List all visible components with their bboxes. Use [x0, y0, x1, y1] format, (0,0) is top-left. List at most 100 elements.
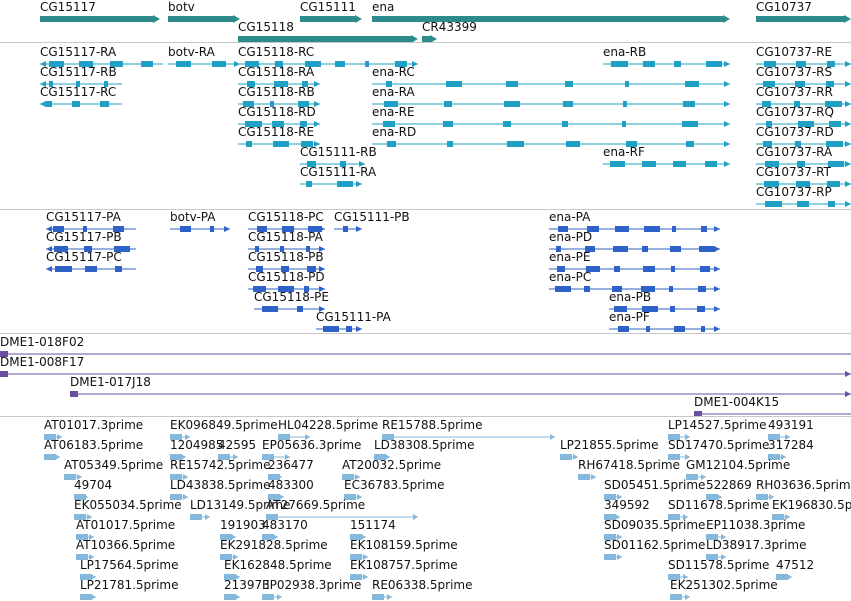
feature-label-cg15118-pa[interactable]: CG15118-PA: [248, 230, 323, 244]
feature-label-ek196830-5prime[interactable]: EK196830.5prime: [772, 498, 851, 512]
feature-label-317284[interactable]: 317284: [768, 438, 814, 452]
feature-label-at10366-5prime[interactable]: AT10366.5prime: [76, 538, 175, 552]
feature-label-sd09035-5prime[interactable]: SD09035.5prime: [604, 518, 705, 532]
feature-label-349592[interactable]: 349592: [604, 498, 650, 512]
feature-label-151174[interactable]: 151174: [350, 518, 396, 532]
feature-label-sd11578-5prime[interactable]: SD11578.5prime: [668, 558, 769, 572]
feature-glyph-sd01162-5prime[interactable]: [604, 553, 622, 561]
feature-label-ep11038-3prime[interactable]: EP11038.3prime: [706, 518, 805, 532]
feature-label-cg15111-pa[interactable]: CG15111-PA: [316, 310, 391, 324]
feature-glyph-cg15117[interactable]: [40, 15, 160, 23]
feature-label-cg15118-rc[interactable]: CG15118-RC: [238, 45, 314, 59]
feature-glyph-ena-rc[interactable]: [372, 80, 730, 88]
feature-label-cg10737[interactable]: CG10737: [756, 0, 812, 14]
feature-label-at06183-5prime[interactable]: AT06183.5prime: [44, 438, 143, 452]
feature-label-ek108159-5prime[interactable]: EK108159.5prime: [350, 538, 458, 552]
feature-label-ek251302-5prime[interactable]: EK251302.5prime: [670, 578, 778, 592]
feature-glyph-ep02938-3prime[interactable]: [262, 593, 282, 601]
feature-glyph-lp21855-5prime[interactable]: [560, 453, 578, 461]
feature-label-ld43838-5prime[interactable]: LD43838.5prime: [170, 478, 271, 492]
feature-glyph-at06183-5prime[interactable]: [44, 453, 60, 461]
feature-glyph-cg10737[interactable]: [756, 15, 851, 23]
feature-label-49704[interactable]: 49704: [74, 478, 112, 492]
feature-label-cg15118[interactable]: CG15118: [238, 20, 294, 34]
feature-label-cg10737-rp[interactable]: CG10737-RP: [756, 185, 832, 199]
feature-label-cg15111[interactable]: CG15111: [300, 0, 356, 14]
feature-label-cg15118-pd[interactable]: CG15118-PD: [248, 270, 325, 284]
feature-label-ld38308-5prime[interactable]: LD38308.5prime: [374, 438, 475, 452]
feature-label-cg15117-pb[interactable]: CG15117-PB: [46, 230, 122, 244]
feature-glyph-cg10737-rp[interactable]: [756, 200, 851, 208]
feature-label-ena-pb[interactable]: ena-PB: [609, 290, 651, 304]
feature-label-ena-pd[interactable]: ena-PD: [549, 230, 592, 244]
feature-glyph-cg15117-pc[interactable]: [46, 265, 136, 273]
feature-glyph-ena-rd[interactable]: [372, 140, 730, 148]
feature-label-42595[interactable]: 42595: [218, 438, 256, 452]
feature-label-cg15117[interactable]: CG15117: [40, 0, 96, 14]
feature-label-191903[interactable]: 191903: [220, 518, 266, 532]
feature-glyph-ena-ra[interactable]: [372, 100, 730, 108]
feature-label-cg10737-rr[interactable]: CG10737-RR: [756, 85, 833, 99]
feature-glyph-rh67418-5prime[interactable]: [578, 473, 596, 481]
feature-label-cg15118-rb[interactable]: CG15118-RB: [238, 85, 315, 99]
feature-glyph-lp21781-5prime[interactable]: [80, 593, 96, 601]
feature-label-dme1-018f02[interactable]: DME1-018F02: [0, 335, 84, 349]
feature-label-dme1-008f17[interactable]: DME1-008F17: [0, 355, 84, 369]
feature-label-ena-ra[interactable]: ena-RA: [372, 85, 415, 99]
feature-label-cr43399[interactable]: CR43399: [422, 20, 477, 34]
feature-label-cg10737-ra[interactable]: CG10737-RA: [756, 145, 832, 159]
feature-glyph-ld13149-5prime[interactable]: [190, 513, 210, 521]
feature-glyph-ek251302-5prime[interactable]: [670, 593, 690, 601]
feature-label-ena-pf[interactable]: ena-PF: [609, 310, 650, 324]
feature-glyph-ena-pf[interactable]: [609, 325, 720, 333]
feature-label-sd17470-5prime[interactable]: SD17470.5prime: [668, 438, 769, 452]
feature-label-47512[interactable]: 47512: [776, 558, 814, 572]
feature-label-gm12104-5prime[interactable]: GM12104.5prime: [686, 458, 790, 472]
feature-label-cg15118-pe[interactable]: CG15118-PE: [254, 290, 329, 304]
feature-label-ep02938-3prime[interactable]: EP02938.3prime: [262, 578, 361, 592]
feature-glyph-cg15117-rc[interactable]: [40, 100, 122, 108]
feature-glyph-cg15111-pa[interactable]: [316, 325, 362, 333]
feature-label-483170[interactable]: 483170: [262, 518, 308, 532]
feature-label-hl04228-5prime[interactable]: HL04228.5prime: [278, 418, 378, 432]
feature-label-cg15118-rd[interactable]: CG15118-RD: [238, 105, 316, 119]
feature-label-at27669-5prime[interactable]: AT27669.5prime: [266, 498, 365, 512]
feature-label-at01017-3prime[interactable]: AT01017.3prime: [44, 418, 143, 432]
feature-label-at01017-5prime[interactable]: AT01017.5prime: [76, 518, 175, 532]
feature-glyph-botv-pa[interactable]: [170, 225, 230, 233]
feature-label-ep05636-3prime[interactable]: EP05636.3prime: [262, 438, 361, 452]
feature-label-sd01162-5prime[interactable]: SD01162.5prime: [604, 538, 705, 552]
feature-glyph-ena-rf[interactable]: [603, 160, 730, 168]
feature-label-ek291828-5prime[interactable]: EK291828.5prime: [220, 538, 328, 552]
feature-glyph-cg15111-ra[interactable]: [300, 180, 362, 188]
feature-label-ena-rf[interactable]: ena-RF: [603, 145, 645, 159]
feature-label-cg15111-rb[interactable]: CG15111-RB: [300, 145, 377, 159]
feature-label-cg15117-rb[interactable]: CG15117-RB: [40, 65, 117, 79]
feature-label-cg10737-rq[interactable]: CG10737-RQ: [756, 105, 834, 119]
feature-glyph-botv[interactable]: [168, 15, 240, 23]
feature-glyph-dme1-018f02[interactable]: [0, 350, 851, 358]
feature-label-cg15118-re[interactable]: CG15118-RE: [238, 125, 314, 139]
feature-label-cg15117-pc[interactable]: CG15117-PC: [46, 250, 122, 264]
feature-label-lp21855-5prime[interactable]: LP21855.5prime: [560, 438, 659, 452]
feature-glyph-ena-rb[interactable]: [603, 60, 730, 68]
feature-label-cg10737-rd[interactable]: CG10737-RD: [756, 125, 834, 139]
feature-label-botv-pa[interactable]: botv-PA: [170, 210, 215, 224]
feature-label-cg15118-pb[interactable]: CG15118-PB: [248, 250, 324, 264]
feature-label-re15742-5prime[interactable]: RE15742.5prime: [170, 458, 271, 472]
feature-glyph-re06338-5prime[interactable]: [372, 593, 392, 601]
feature-label-ek162848-5prime[interactable]: EK162848.5prime: [224, 558, 332, 572]
feature-label-ec36783-5prime[interactable]: EC36783.5prime: [344, 478, 445, 492]
feature-label-ena-rb[interactable]: ena-RB: [603, 45, 646, 59]
feature-label-cg10737-rs[interactable]: CG10737-RS: [756, 65, 832, 79]
feature-glyph-cg15118-pe[interactable]: [254, 305, 325, 313]
feature-label-1204985[interactable]: 1204985: [170, 438, 223, 452]
feature-label-cg15117-rc[interactable]: CG15117-RC: [40, 85, 116, 99]
feature-label-483300[interactable]: 483300: [268, 478, 314, 492]
feature-label-lp14527-5prime[interactable]: LP14527.5prime: [668, 418, 767, 432]
feature-label-236477[interactable]: 236477: [268, 458, 314, 472]
feature-glyph-47512[interactable]: [776, 573, 792, 581]
feature-label-rh03636-5prime[interactable]: RH03636.5prime: [756, 478, 851, 492]
feature-label-botv[interactable]: botv: [168, 0, 195, 14]
feature-label-at05349-5prime[interactable]: AT05349.5prime: [64, 458, 163, 472]
